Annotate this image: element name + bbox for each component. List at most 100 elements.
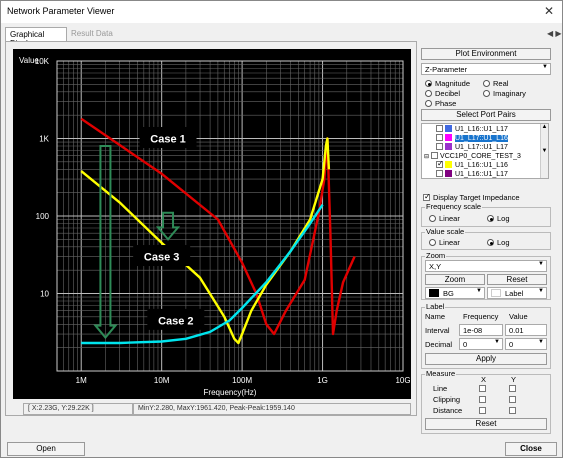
title-bar: Network Parameter Viewer ✕ [1,1,562,23]
x-tick-label: 1M [76,376,87,385]
tree-item[interactable]: U1_L16::U1_L17 [436,125,508,134]
label-color-swatch [491,289,501,297]
x-axis-label: Frequency(Hz) [204,388,257,397]
measure-line-x-checkbox[interactable] [479,385,486,392]
port-pairs-tree[interactable]: U1_L16::U1_L17 U1_L17::U1_L16 U1_L17::U1… [421,123,549,179]
display-target-impedance-checkbox[interactable] [423,192,431,201]
checkbox-icon[interactable] [436,125,443,132]
bg-color-select[interactable]: BG ▼ [425,287,485,299]
decimal-value-select[interactable]: 0 ▼ [505,338,547,350]
measure-col-y: Y [511,375,517,384]
label-col-name: Name [425,312,446,321]
decimal-frequency-value: 0 [463,340,468,349]
window-title: Network Parameter Viewer [7,6,115,16]
open-button[interactable]: Open [7,442,85,456]
checkbox-icon[interactable] [436,170,443,177]
decimal-value-value: 0 [509,340,514,349]
interval-value-input[interactable]: 0.01 [505,324,547,336]
label-color-select[interactable]: Label ▼ [487,287,547,299]
parameter-select-value: Z-Parameter [425,65,468,74]
tab-result-data[interactable]: Result Data [67,27,117,41]
x-tick-label: 1G [317,376,328,385]
annotation-label-0: Case 1 [150,134,185,146]
label-color-label: Label [505,289,524,298]
value-log-label: Log [497,238,510,247]
color-swatch [445,170,452,177]
radio-imaginary[interactable]: Imaginary [483,89,526,98]
decimal-frequency-select[interactable]: 0 ▼ [459,338,503,350]
zoom-axis-select[interactable]: X,Y ▼ [425,260,547,272]
zoom-reset-button[interactable]: Reset [487,274,547,285]
tab-scroll-arrows-icon[interactable]: ◀ ▶ [547,29,562,38]
radio-imaginary-label: Imaginary [493,89,526,98]
tree-item-label: U1_L16::U1_L17 [455,171,508,178]
measure-distance-x-checkbox[interactable] [479,407,486,414]
radio-dot-icon [487,239,494,246]
radio-magnitude-label: Magnitude [435,79,471,88]
checkbox-icon[interactable] [436,134,443,141]
radio-phase[interactable]: Phase [425,99,456,108]
chevron-down-icon: ▼ [542,64,548,70]
color-swatch [445,143,452,150]
network-parameter-viewer-window: Network Parameter Viewer ✕ Graphical Dis… [0,0,563,458]
value-linear-radio[interactable]: Linear [429,238,460,247]
radio-real[interactable]: Real [483,79,508,88]
measure-clipping-x-checkbox[interactable] [479,396,486,403]
tree-item[interactable]: U1_L17::U1_L16 [436,134,508,143]
chevron-down-icon: ▼ [538,288,544,294]
tab-strip: Graphical Display Result Data [5,27,417,48]
measure-line-y-checkbox[interactable] [509,385,516,392]
y-tick-label: 10 [40,290,49,299]
impedance-chart[interactable]: 1M 10M 100M 1G 10G 10K 1K 100 10 Value Frequency(H… [13,49,411,399]
close-icon[interactable]: ✕ [544,4,554,18]
annotation-label-2: Case 2 [158,315,193,327]
measure-line-label: Line [433,384,448,393]
x-tick-label: 100M [232,376,252,385]
tab-graphical-display[interactable]: Graphical Display [5,27,67,48]
checkbox-icon[interactable] [431,152,439,159]
radio-dot-icon [483,80,490,87]
frequency-scale-title: Frequency scale [425,202,483,211]
tree-item[interactable]: U1_L17::U1_L17 [436,143,508,152]
cursor-coords: [ X:2.23G, Y:29.22K ] [23,403,133,415]
checkbox-icon[interactable] [436,143,443,150]
x-tick-label: 10M [154,376,170,385]
radio-dot-icon [425,100,432,107]
color-swatch [445,161,452,168]
radio-magnitude[interactable]: Magnitude [425,79,470,88]
chevron-down-icon: ▼ [494,339,500,345]
bg-label: BG [443,289,454,298]
interval-label: Interval [425,326,450,335]
y-tick-label: 100 [36,212,50,221]
tree-item[interactable]: ✓ U1_L16::U1_L16 [436,159,508,170]
close-button[interactable]: Close [505,442,557,456]
display-target-impedance-label: Display Target Impedance [433,193,520,202]
zoom-button[interactable]: Zoom [425,274,485,285]
apply-button[interactable]: Apply [425,353,547,365]
measure-reset-button[interactable]: Reset [425,418,547,430]
measure-col-x: X [481,375,487,384]
label-col-frequency: Frequency [463,312,499,321]
checkbox-checked-icon[interactable]: ✓ [436,159,444,168]
zoom-axis-value: X,Y [429,262,442,271]
chart-stats: MinY:2.280, MaxY:1961.420, Peak-Peak:195… [133,403,411,415]
interval-frequency-input[interactable]: 1e-08 [459,324,503,336]
tree-item[interactable]: U1_L16::U1_L17 [436,170,508,178]
radio-dot-icon [429,239,436,246]
freq-linear-radio[interactable]: Linear [429,214,460,223]
select-port-pairs-button[interactable]: Select Port Pairs [421,109,551,121]
tree-item-label: VCC1P0_CORE_TEST_3 [440,153,521,160]
radio-decibel[interactable]: Decibel [425,89,460,98]
measure-clipping-y-checkbox[interactable] [509,396,516,403]
tree-item-label: U1_L17::U1_L16 [455,135,508,142]
value-log-radio[interactable]: Log [487,238,510,247]
tree-scrollbar[interactable]: ▲ ▼ [540,124,548,178]
parameter-select[interactable]: Z-Parameter ▼ [421,63,551,75]
collapse-icon[interactable]: ⊟ [424,154,429,160]
tree-item-label: U1_L16::U1_L17 [455,126,508,133]
freq-log-radio[interactable]: Log [487,214,510,223]
radio-dot-icon [487,215,494,222]
annotation-arrow-1 [155,211,181,241]
plot-environment-button[interactable]: Plot Environment [421,48,551,60]
measure-distance-y-checkbox[interactable] [509,407,516,414]
